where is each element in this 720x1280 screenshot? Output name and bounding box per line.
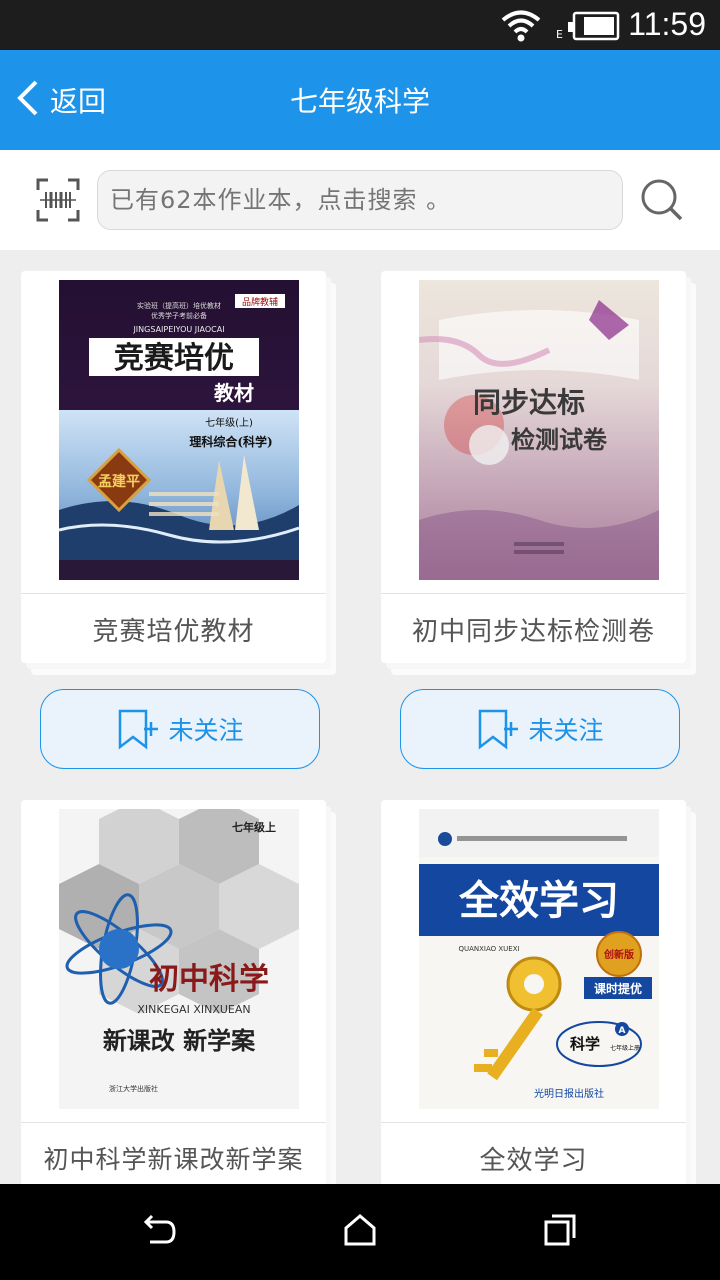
book-cover-3: 七年级上 初中科学 XINKEGAI XINXUEAN 新课改 新学案 浙江大学… xyxy=(59,809,299,1109)
status-bar: E 11:59 xyxy=(0,0,720,50)
battery-icon: E xyxy=(556,8,622,46)
book-title: 初中同步达标检测卷 xyxy=(411,617,655,647)
cover-line: 实验班（提高班）培优教材 xyxy=(137,301,221,310)
cover-publisher: 光明日报出版社 xyxy=(534,1087,604,1100)
book-cover-4: 全效学习 QUANXIAO XUEXI 创新版 课时提优 科学 A 七年级上册 … xyxy=(419,809,659,1109)
follow-button[interactable]: 未关注 xyxy=(400,689,680,769)
system-nav-bar xyxy=(0,1184,720,1280)
cover-author: 孟建平 xyxy=(98,473,140,490)
cover-line-2: 检测试卷 xyxy=(511,425,608,454)
cover-subtitle: 教材 xyxy=(214,381,254,405)
cover-main-title: 竞赛培优 xyxy=(114,341,234,376)
cover-main-title: 全效学习 xyxy=(458,878,619,924)
back-nav-icon[interactable] xyxy=(142,1212,178,1252)
cover-subject: 理科综合(科学) xyxy=(189,434,272,449)
search-icon[interactable] xyxy=(640,178,684,226)
page-title: 七年级科学 xyxy=(289,85,430,118)
cover-main-title: 初中科学 xyxy=(149,962,269,997)
book-card-4[interactable]: 全效学习 QUANXIAO XUEXI 创新版 课时提优 科学 A 七年级上册 … xyxy=(381,800,686,1192)
wifi-icon xyxy=(500,8,542,46)
book-cover-1: 品牌教辅 实验班（提高班）培优教材 优秀学子考前必备 JINGSAIPEIYOU… xyxy=(59,280,299,580)
book-title: 初中科学新课改新学案 xyxy=(43,1145,304,1174)
card-divider xyxy=(381,593,686,594)
cover-badge: 创新版 xyxy=(603,948,634,961)
card-divider xyxy=(21,593,326,594)
barcode-scan-icon[interactable] xyxy=(36,178,80,226)
bookmark-add-icon xyxy=(116,707,160,751)
search-input[interactable] xyxy=(97,170,623,230)
card-divider xyxy=(21,1122,326,1123)
cover-subtitle: 新课改 新学案 xyxy=(103,1027,256,1055)
book-card-3[interactable]: 七年级上 初中科学 XINKEGAI XINXUEAN 新课改 新学案 浙江大学… xyxy=(21,800,326,1192)
cover-grade: 七年级(上) xyxy=(205,416,253,429)
cover-pinyin: JINGSAIPEIYOU JIAOCAI xyxy=(132,325,224,334)
follow-button[interactable]: 未关注 xyxy=(40,689,320,769)
cover-tag: 课时提优 xyxy=(594,981,642,996)
app-bar: 返回 七年级科学 xyxy=(0,50,720,150)
cover-subject: 科学 xyxy=(570,1035,600,1053)
svg-text:E: E xyxy=(556,28,563,41)
card-divider xyxy=(381,1122,686,1123)
book-title: 竞赛培优教材 xyxy=(92,617,255,647)
book-cover-2: 同步达标 检测试卷 xyxy=(419,280,659,580)
recents-nav-icon[interactable] xyxy=(542,1212,578,1252)
cover-line-1: 同步达标 xyxy=(473,386,585,419)
cover-pinyin: XINKEGAI XINXUEAN xyxy=(137,1003,250,1016)
bookmark-add-icon xyxy=(476,707,520,751)
status-time: 11:59 xyxy=(628,6,706,42)
follow-label: 未关注 xyxy=(168,716,244,745)
cover-grade: 七年级上册 xyxy=(610,1044,640,1052)
book-card-2[interactable]: 同步达标 检测试卷 初中同步达标检测卷 xyxy=(381,271,686,663)
cover-publisher: 浙江大学出版社 xyxy=(109,1084,158,1093)
book-title: 全效学习 xyxy=(479,1146,588,1176)
search-bar xyxy=(0,150,720,250)
cover-grade: 七年级上 xyxy=(232,820,276,834)
cover-line: 优秀学子考前必备 xyxy=(151,311,207,320)
home-nav-icon[interactable] xyxy=(342,1212,378,1252)
cover-brand: 品牌教辅 xyxy=(242,296,278,308)
cover-pinyin: QUANXIAO XUEXI xyxy=(458,945,519,953)
book-card-1[interactable]: 品牌教辅 实验班（提高班）培优教材 优秀学子考前必备 JINGSAIPEIYOU… xyxy=(21,271,326,663)
follow-label: 未关注 xyxy=(528,716,604,745)
cover-edition: A xyxy=(619,1026,626,1036)
